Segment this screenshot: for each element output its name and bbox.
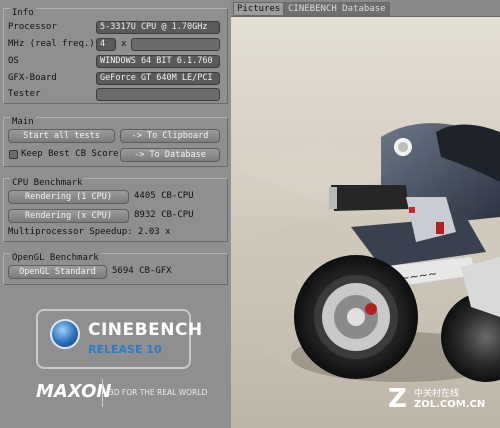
right-panel: Pictures CINEBENCH Database ~~~~ Z 中关村在线…: [231, 0, 500, 428]
maxon-tagline: 3D FOR THE REAL WORLD: [109, 388, 208, 397]
info-group: Info Processor 5-3317U CPU @ 1.70GHz MHz…: [3, 8, 228, 104]
mhz-field[interactable]: 4: [96, 38, 116, 51]
tab-cinebench-database[interactable]: CINEBENCH Database: [284, 2, 390, 16]
cinebench-logo: CINEBENCH RELEASE 10: [36, 309, 202, 369]
to-clipboard-button[interactable]: -> To Clipboard: [120, 129, 220, 143]
cinebench-logo-name: CINEBENCH: [88, 320, 203, 340]
os-field[interactable]: WINDOWS 64 BIT 6.1.760: [96, 55, 220, 68]
tester-field[interactable]: [96, 88, 220, 101]
tab-pictures[interactable]: Pictures: [233, 2, 285, 16]
rendering-1cpu-button[interactable]: Rendering (1 CPU): [8, 190, 129, 204]
left-panel: Info Processor 5-3317U CPU @ 1.70GHz MHz…: [0, 0, 231, 428]
rendering-xcpu-button[interactable]: Rendering (x CPU): [8, 209, 129, 223]
multiprocessor-speedup: Multiprocessor Speedup: 2.03 x: [8, 227, 171, 237]
rendered-motorcycle-image: ~~~~: [231, 17, 500, 428]
cpu-benchmark-title: CPU Benchmark: [10, 178, 85, 188]
cinebench-sphere-icon: [50, 319, 80, 349]
mhz-multiplier-sign: x: [121, 39, 127, 49]
os-label: OS: [8, 56, 19, 66]
zol-watermark: Z 中关村在线 ZOL.COM.CN: [388, 384, 488, 414]
picture-tab-bar: Pictures CINEBENCH Database: [231, 0, 500, 17]
opengl-benchmark-group: OpenGL Benchmark OpenGL Standard 5694 CB…: [3, 253, 228, 285]
opengl-standard-button[interactable]: OpenGL Standard: [8, 265, 107, 279]
opengl-standard-score: 5694 CB-GFX: [112, 266, 172, 276]
mhz-label: MHz (real freq.): [8, 39, 95, 49]
start-all-tests-button[interactable]: Start all tests: [8, 129, 115, 143]
main-group: Main Start all tests -> To Clipboard Kee…: [3, 117, 228, 167]
opengl-benchmark-title: OpenGL Benchmark: [10, 253, 101, 263]
zol-url: ZOL.COM.CN: [414, 399, 486, 410]
zol-chinese-text: 中关村在线: [414, 389, 460, 399]
zol-logo-icon: Z: [388, 384, 407, 414]
main-title: Main: [10, 117, 36, 127]
to-database-button[interactable]: -> To Database: [120, 148, 220, 162]
tester-label: Tester: [8, 89, 41, 99]
mhz-freq-field[interactable]: [131, 38, 220, 51]
gfx-board-label: GFX-Board: [8, 73, 57, 83]
maxon-logo: MAXON: [36, 381, 112, 402]
info-title: Info: [10, 8, 36, 18]
gfx-board-field[interactable]: GeForce GT 640M LE/PCI: [96, 72, 220, 85]
keep-best-checkbox[interactable]: [9, 150, 18, 159]
rendering-1cpu-score: 4405 CB-CPU: [134, 191, 194, 201]
maxon-separator: [102, 379, 103, 407]
cinebench-release: RELEASE 10: [88, 343, 162, 356]
processor-field[interactable]: 5-3317U CPU @ 1.70GHz: [96, 21, 220, 34]
processor-label: Processor: [8, 22, 57, 32]
cpu-benchmark-group: CPU Benchmark Rendering (1 CPU) 4405 CB-…: [3, 178, 228, 242]
rendering-xcpu-score: 8932 CB-CPU: [134, 210, 194, 220]
keep-best-label: Keep Best CB Score: [21, 149, 119, 159]
